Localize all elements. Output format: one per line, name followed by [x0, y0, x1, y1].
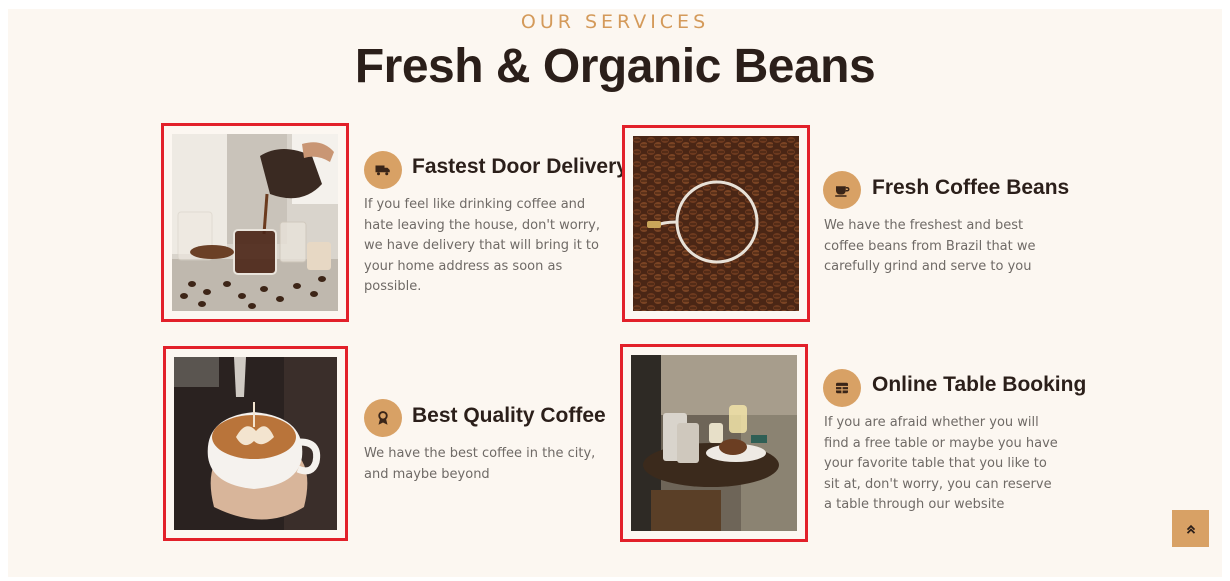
service-title: Fastest Door Delivery: [412, 155, 628, 178]
service-description: If you feel like drinking coffee and hat…: [364, 197, 600, 294]
service-title: Online Table Booking: [872, 373, 1087, 396]
service-description: We have the freshest and best coffee bea…: [824, 218, 1036, 274]
truck-icon: [375, 165, 390, 176]
award-icon: [378, 411, 388, 425]
service-image-quality: [163, 346, 348, 541]
latte-art-photo: [174, 357, 337, 530]
services-section: OUR SERVICES Fresh & Organic Beans Faste…: [8, 9, 1222, 577]
pour-over-coffee-photo: [172, 134, 338, 311]
back-to-top-button[interactable]: [1172, 510, 1209, 547]
table-icon: [836, 382, 848, 394]
service-icon-circle: [823, 171, 861, 209]
coffee-cup-icon: [835, 186, 850, 197]
service-icon-circle: [364, 399, 402, 437]
service-icon-circle: [364, 151, 402, 189]
section-eyebrow: OUR SERVICES: [520, 11, 710, 33]
service-image-beans: [622, 125, 810, 322]
service-description: We have the best coffee in the city, and…: [364, 446, 596, 482]
service-title: Best Quality Coffee: [412, 404, 606, 427]
service-title: Fresh Coffee Beans: [872, 176, 1070, 199]
cafe-table-photo: [631, 355, 797, 531]
coffee-beans-photo: [633, 136, 799, 311]
service-description: If you are afraid whether you will find …: [824, 415, 1058, 512]
service-image-booking: [620, 344, 808, 542]
double-chevron-up-icon: [1186, 524, 1195, 534]
service-icon-circle: [823, 369, 861, 407]
section-title: Fresh & Organic Beans: [354, 40, 876, 93]
service-image-delivery: [161, 123, 349, 322]
